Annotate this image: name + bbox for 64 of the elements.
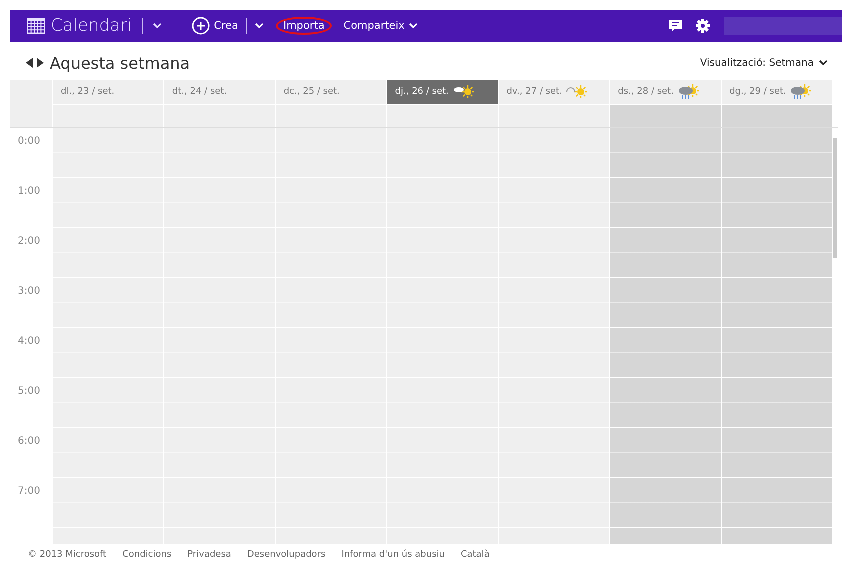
all-day-cell[interactable] [52, 104, 164, 127]
all-day-cell[interactable] [498, 104, 610, 127]
footer-link[interactable]: Privadesa [188, 550, 232, 560]
all-day-cell[interactable] [386, 104, 498, 127]
footer-link[interactable]: Condicions [122, 550, 172, 560]
cloud-sun-icon [452, 85, 475, 99]
footer-link[interactable]: Desenvolupadors [247, 550, 326, 560]
day-header[interactable]: dl., 23 / set. [52, 80, 164, 104]
hour-label: 7:00 [18, 486, 40, 497]
hour-label: 6:00 [18, 436, 40, 447]
chevron-down-icon [255, 23, 264, 29]
day-header[interactable]: dc., 25 / set. [274, 80, 386, 104]
account-placeholder[interactable] [724, 17, 842, 35]
hour-label: 0:00 [18, 136, 40, 147]
view-selector[interactable]: Visualització: Setmana [694, 56, 834, 70]
day-column[interactable] [386, 128, 498, 544]
chevron-down-icon [408, 23, 418, 29]
cloud-sun-icon [566, 85, 588, 99]
create-button[interactable]: Crea [188, 15, 268, 37]
scrollbar-thumb[interactable] [832, 138, 837, 258]
day-label: ds., 28 / set. [618, 87, 674, 97]
all-day-cell[interactable] [274, 104, 386, 127]
hour-label: 2:00 [18, 236, 40, 247]
share-menu[interactable]: Comparteix [340, 18, 422, 34]
app-title: Calendari [51, 16, 132, 36]
all-day-cell[interactable] [163, 104, 275, 127]
day-column[interactable] [498, 128, 610, 544]
plus-circle-icon [192, 17, 210, 35]
hour-label: 1:00 [18, 186, 40, 197]
chat-icon[interactable] [669, 20, 682, 32]
settings-icon[interactable] [696, 19, 710, 33]
footer-link[interactable]: Català [460, 550, 490, 560]
hour-label: 4:00 [18, 336, 40, 347]
day-label: dg., 29 / set. [730, 87, 786, 97]
day-label: dj., 26 / set. [395, 87, 449, 97]
calendar-grid-icon [27, 18, 45, 34]
rain-cloud-sun-icon [678, 84, 700, 100]
week-title: Aquesta setmana [50, 54, 190, 72]
hour-label: 3:00 [18, 286, 40, 297]
import-link[interactable]: Importa [276, 17, 332, 35]
day-column[interactable] [609, 128, 721, 544]
day-label: dc., 25 / set. [284, 87, 340, 97]
day-column[interactable] [163, 128, 275, 544]
day-column[interactable] [274, 128, 386, 544]
day-header[interactable]: ds., 28 / set. [609, 80, 721, 104]
day-header[interactable]: dj., 26 / set. [386, 80, 498, 104]
corner-cell [10, 80, 52, 127]
prev-next-arrows-icon[interactable] [26, 58, 44, 68]
app-menu-chevron-icon [153, 23, 162, 29]
day-header[interactable]: dt., 24 / set. [163, 80, 275, 104]
copyright-text: © 2013 Microsoft [28, 550, 107, 560]
day-label: dl., 23 / set. [61, 87, 115, 97]
all-day-cell[interactable] [609, 104, 721, 127]
day-label: dt., 24 / set. [172, 87, 228, 97]
day-column[interactable] [720, 128, 832, 544]
day-label: dv., 27 / set. [506, 87, 562, 97]
day-header[interactable]: dg., 29 / set. [720, 80, 832, 104]
rain-cloud-sun-icon [790, 84, 812, 100]
hour-label: 5:00 [18, 386, 40, 397]
day-header[interactable]: dv., 27 / set. [498, 80, 610, 104]
day-column[interactable] [52, 128, 164, 544]
footer-link[interactable]: Informa d'un ús abusiu [342, 550, 445, 560]
all-day-cell[interactable] [720, 104, 832, 127]
chevron-down-icon [819, 60, 828, 66]
